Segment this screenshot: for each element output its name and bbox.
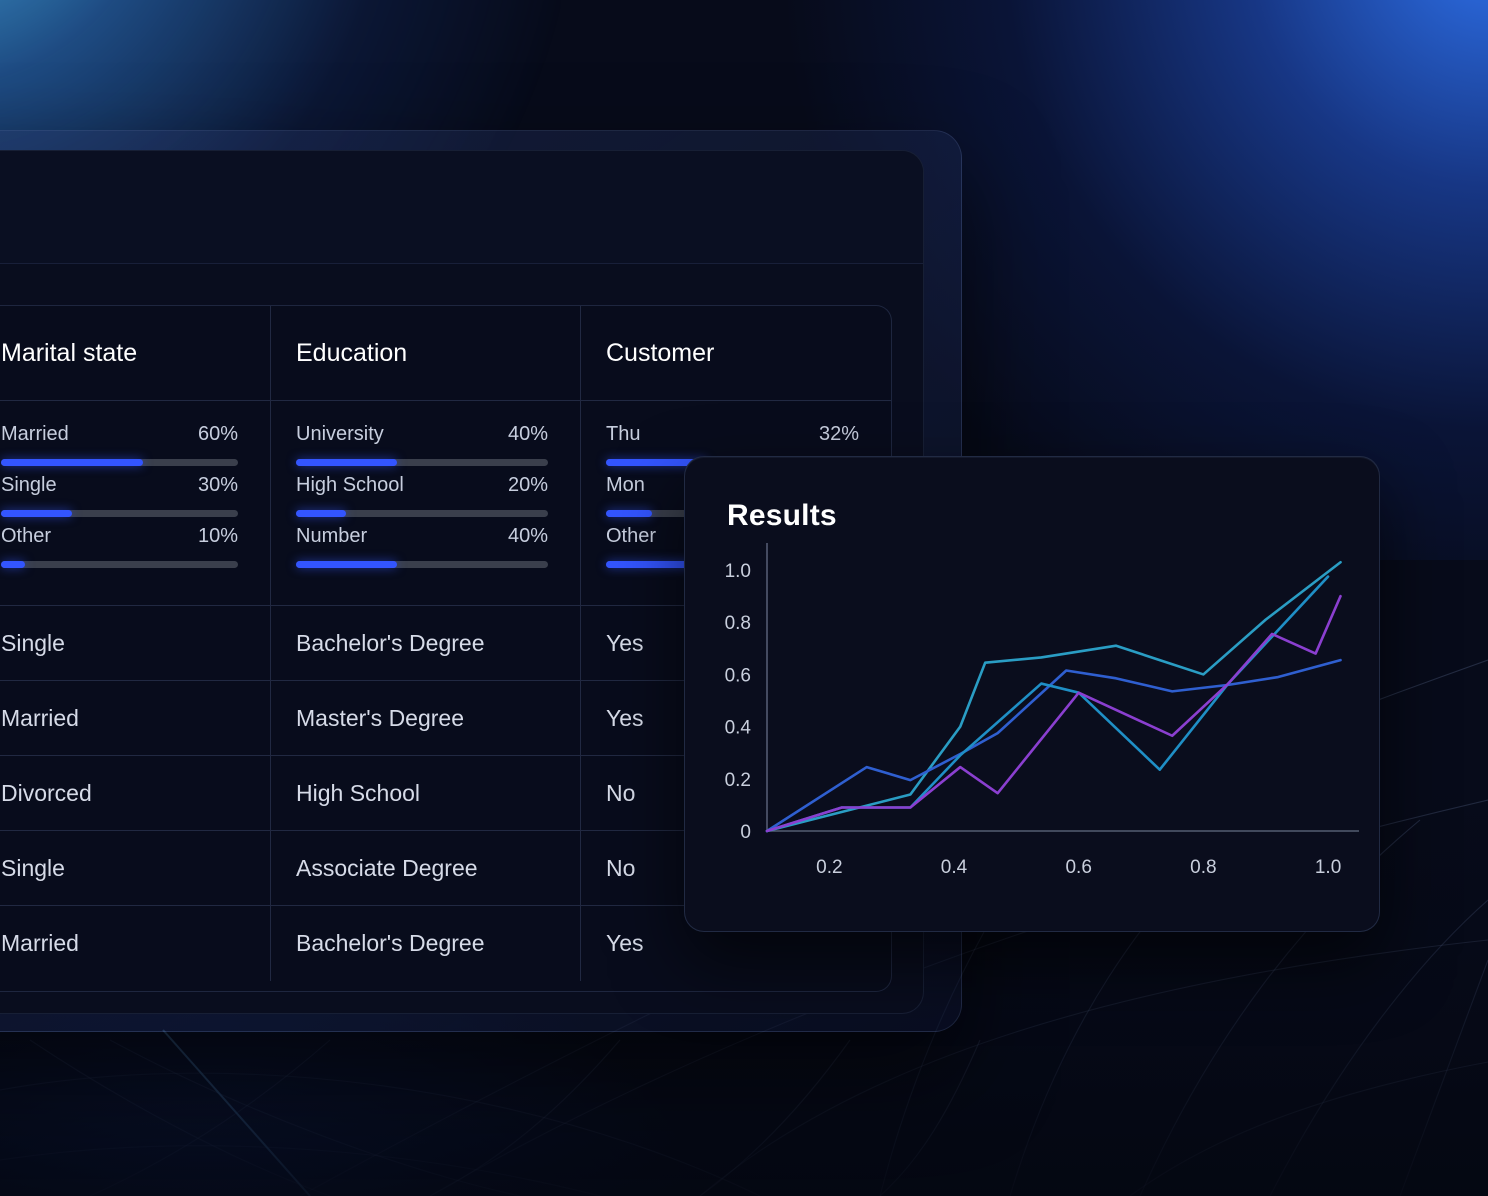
chart-series-series-teal (765, 560, 1342, 833)
progress-track (1, 561, 238, 568)
table-header-education[interactable]: Education (271, 306, 581, 401)
stat-label: University (296, 423, 384, 445)
progress-track (1, 510, 238, 517)
chart-series-series-cyan-steep (765, 575, 1330, 833)
cell-marital: Married (0, 906, 271, 981)
progress-fill (296, 561, 397, 568)
stat-label: Mon (606, 474, 645, 496)
chart-x-tick-label: 1.0 (1315, 857, 1341, 878)
cell-education: Bachelor's Degree (271, 906, 581, 981)
stat-value: 10% (197, 525, 238, 547)
stat-item: High School 20% (296, 474, 580, 517)
stat-label: Other (606, 525, 657, 547)
stat-value: 32% (818, 423, 859, 445)
stat-item: Number 40% (296, 525, 580, 568)
chart-x-tick-label: 0.4 (941, 857, 968, 878)
table-header-education-label: Education (296, 338, 408, 367)
table-header-row: Marital state Education Customer (0, 306, 891, 401)
progress-fill (1, 561, 25, 568)
cell-education: Bachelor's Degree (271, 606, 581, 681)
stat-item: Married 60% (1, 423, 270, 466)
stat-label: Other (1, 525, 52, 547)
summary-education: University 40% High School 20% Number 40… (271, 401, 581, 606)
chart-y-tick-label: 0.4 (725, 718, 752, 739)
table-header-customer[interactable]: Customer (581, 306, 891, 401)
chart-y-tick-label: 0.6 (725, 665, 751, 686)
cell-education: Associate Degree (271, 831, 581, 906)
progress-fill (1, 510, 73, 517)
progress-fill (296, 459, 397, 466)
stat-label: Thu (606, 423, 641, 445)
cell-marital: Single (0, 831, 271, 906)
stat-item: Other 10% (1, 525, 270, 568)
chart-y-tick-label: 1.0 (725, 561, 751, 582)
progress-track (296, 459, 548, 466)
stat-value: 60% (197, 423, 238, 445)
progress-track (296, 510, 548, 517)
chart-y-tick-label: 0.8 (725, 613, 751, 634)
stat-label: Married (1, 423, 69, 445)
chart-y-tick-label: 0.2 (725, 770, 751, 791)
cell-education: High School (271, 756, 581, 831)
stat-label: Single (1, 474, 57, 496)
chart-x-tick-label: 0.8 (1190, 857, 1216, 878)
screenshot-root: Marital state Education Customer Married… (0, 0, 1488, 1196)
cell-marital: Married (0, 681, 271, 756)
stat-value: 30% (197, 474, 238, 496)
table-header-customer-label: Customer (606, 338, 715, 367)
results-panel: Results 0 0.2 0.4 0.6 0.8 1.0 0.2 0.4 0.6 0.8 1.0 (684, 456, 1380, 932)
stat-value: 40% (507, 423, 548, 445)
summary-marital: Married 60% Single 30% Other 10% (0, 401, 271, 606)
progress-fill (296, 510, 347, 517)
cell-marital: Divorced (0, 756, 271, 831)
chart-series-series-purple (765, 594, 1342, 833)
stat-value: 40% (507, 525, 548, 547)
chart-x-tick-label: 0.2 (816, 857, 842, 878)
progress-track (1, 459, 238, 466)
line-chart[interactable]: 0 0.2 0.4 0.6 0.8 1.0 0.2 0.4 0.6 0.8 1.0 (685, 457, 1379, 931)
chart-y-tick-label: 0 (740, 822, 751, 843)
cell-marital: Single (0, 606, 271, 681)
stat-label: Number (296, 525, 368, 547)
progress-fill (1, 459, 144, 466)
cell-education: Master's Degree (271, 681, 581, 756)
stat-item: University 40% (296, 423, 580, 466)
table-header-marital-label: Marital state (1, 338, 138, 367)
table-header-marital[interactable]: Marital state (0, 306, 271, 401)
stat-label: High School (296, 474, 404, 496)
app-window-titlebar (0, 151, 923, 264)
progress-track (296, 561, 548, 568)
stat-value: 20% (507, 474, 548, 496)
line-chart-svg: 0 0.2 0.4 0.6 0.8 1.0 0.2 0.4 0.6 0.8 1.0 (725, 543, 1359, 878)
chart-x-tick-label: 0.6 (1065, 857, 1091, 878)
stat-item: Single 30% (1, 474, 270, 517)
progress-fill (606, 510, 652, 517)
